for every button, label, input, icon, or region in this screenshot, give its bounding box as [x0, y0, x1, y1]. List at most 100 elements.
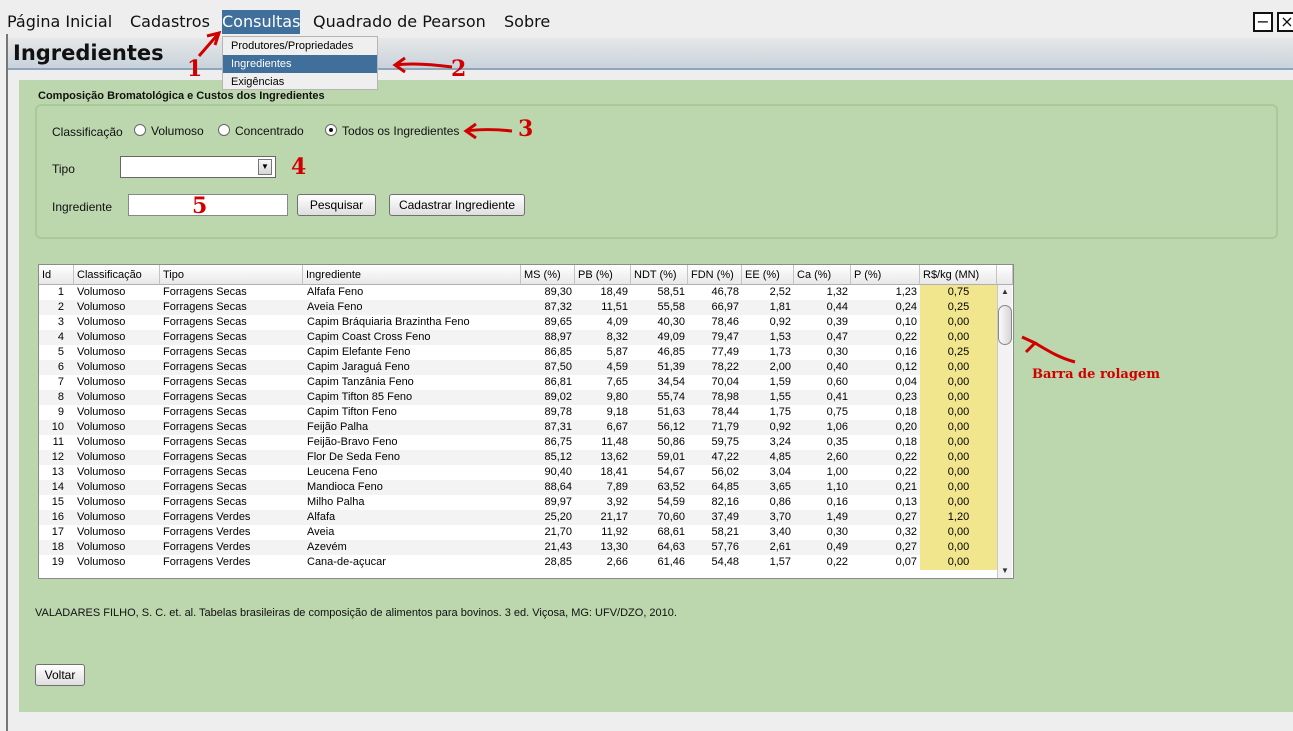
cell-ca: 0,60 — [826, 376, 848, 388]
column-header-p[interactable]: P (%) — [851, 265, 920, 285]
cell-price: 0,75 — [920, 285, 997, 300]
table-row[interactable]: 4 Volumoso Forragens Secas Capim Coast Cros… — [39, 330, 997, 345]
cell-ms: 86,75 — [544, 436, 572, 448]
cell-price: 0,00 — [920, 480, 997, 495]
cell-ee: 1,59 — [769, 376, 791, 388]
tipo-select[interactable]: ▼ — [120, 156, 276, 178]
table-scrollbar[interactable]: ▲ ▼ — [997, 285, 1012, 578]
column-header-tipo[interactable]: Tipo — [160, 265, 303, 285]
cell-ingrediente: Milho Palha — [307, 496, 365, 508]
annotation-2: 2 — [451, 56, 467, 82]
table-row[interactable]: 12 Volumoso Forragens Secas Flor De Seda Fe… — [39, 450, 997, 465]
scroll-down-icon[interactable]: ▼ — [999, 565, 1011, 577]
table-row[interactable]: 16 Volumoso Forragens Verdes Alfafa 25,20 21,… — [39, 510, 997, 525]
table-row[interactable]: 9 Volumoso Forragens Secas Capim Tifton Fen… — [39, 405, 997, 420]
radio-concentrado-label[interactable]: Concentrado — [235, 124, 304, 138]
tipo-label: Tipo — [52, 162, 75, 176]
table-row[interactable]: 19 Volumoso Forragens Verdes Cana-de-açucar… — [39, 555, 997, 570]
cell-fdn: 78,98 — [711, 391, 739, 403]
table-row[interactable]: 5 Volumoso Forragens Secas Capim Elefante F… — [39, 345, 997, 360]
reference-text: VALADARES FILHO, S. C. et. al. Tabelas b… — [35, 607, 677, 619]
ingrediente-input[interactable] — [128, 194, 288, 216]
cell-ms: 87,32 — [544, 301, 572, 313]
column-header-classificacao[interactable]: Classificação — [74, 265, 160, 285]
menu-consultas[interactable]: Consultas — [222, 10, 301, 34]
table-row[interactable]: 14 Volumoso Forragens Secas Mandioca Feno 88… — [39, 480, 997, 495]
menu-sobre[interactable]: Sobre — [504, 10, 550, 34]
table-row[interactable]: 17 Volumoso Forragens Verdes Aveia 21,70 11,9… — [39, 525, 997, 540]
menu-bar: Página Inicial Cadastros Consultas Quadr… — [0, 0, 1293, 34]
column-header-ingrediente[interactable]: Ingrediente — [303, 265, 521, 285]
cell-p: 1,23 — [895, 286, 917, 298]
cell-ca: 0,30 — [826, 346, 848, 358]
cell-ingrediente: Capim Coast Cross Feno — [307, 331, 431, 343]
cell-pb: 4,59 — [606, 361, 628, 373]
table-row[interactable]: 10 Volumoso Forragens Secas Feijão Palha 87,… — [39, 420, 997, 435]
cell-id: 15 — [51, 496, 64, 508]
close-icon[interactable]: × — [1277, 12, 1293, 32]
radio-volumoso-label[interactable]: Volumoso — [151, 124, 204, 138]
cell-price: 0,00 — [920, 465, 997, 480]
cell-pb: 18,41 — [600, 466, 628, 478]
table-row[interactable]: 8 Volumoso Forragens Secas Capim Tifton 85 … — [39, 390, 997, 405]
cell-tipo: Forragens Verdes — [163, 541, 251, 553]
cell-p: 0,27 — [895, 541, 917, 553]
radio-todos-ingredientes-label[interactable]: Todos os Ingredientes — [342, 124, 459, 138]
column-header-pb[interactable]: PB (%) — [575, 265, 631, 285]
radio-todos-ingredientes[interactable] — [325, 124, 337, 136]
column-header-price[interactable]: R$/kg (MN) — [920, 265, 997, 285]
table-row[interactable]: 15 Volumoso Forragens Secas Milho Palha 89,9… — [39, 495, 997, 510]
column-header-ndt[interactable]: NDT (%) — [631, 265, 688, 285]
cell-price: 0,00 — [920, 450, 997, 465]
chevron-down-icon[interactable]: ▼ — [258, 159, 272, 175]
cell-pb: 9,80 — [606, 391, 628, 403]
table-row[interactable]: 11 Volumoso Forragens Secas Feijão-Bravo Fe… — [39, 435, 997, 450]
cell-ndt: 68,61 — [657, 526, 685, 538]
cell-ca: 1,00 — [826, 466, 848, 478]
radio-concentrado[interactable] — [218, 124, 230, 136]
column-header-fdn[interactable]: FDN (%) — [688, 265, 742, 285]
cell-classificacao: Volumoso — [77, 556, 126, 568]
table-row[interactable]: 13 Volumoso Forragens Secas Leucena Feno 90,… — [39, 465, 997, 480]
minimize-icon[interactable]: − — [1253, 12, 1273, 32]
scroll-up-icon[interactable]: ▲ — [999, 286, 1011, 298]
column-header-ca[interactable]: Ca (%) — [794, 265, 851, 285]
cell-pb: 6,67 — [606, 421, 628, 433]
column-header-ms[interactable]: MS (%) — [521, 265, 575, 285]
menu-cadastros[interactable]: Cadastros — [130, 10, 210, 34]
table-row[interactable]: 2 Volumoso Forragens Secas Aveia Feno 87,32 1… — [39, 300, 997, 315]
column-header-id[interactable]: Id — [39, 265, 74, 285]
table-row[interactable]: 3 Volumoso Forragens Secas Capim Bráquiaria… — [39, 315, 997, 330]
menu-quadrado-de-pearson[interactable]: Quadrado de Pearson — [313, 10, 486, 34]
cell-tipo: Forragens Secas — [163, 451, 247, 463]
table-row[interactable]: 6 Volumoso Forragens Secas Capim Jaraguá Fe… — [39, 360, 997, 375]
cell-pb: 8,32 — [606, 331, 628, 343]
cell-classificacao: Volumoso — [77, 436, 126, 448]
cell-price: 0,00 — [920, 420, 997, 435]
pesquisar-button[interactable]: Pesquisar — [297, 194, 376, 216]
cell-tipo: Forragens Secas — [163, 286, 247, 298]
cadastrar-ingrediente-button[interactable]: Cadastrar Ingrediente — [389, 194, 525, 216]
cell-ndt: 49,09 — [657, 331, 685, 343]
cell-classificacao: Volumoso — [77, 496, 126, 508]
scroll-thumb[interactable] — [998, 305, 1012, 345]
cell-classificacao: Volumoso — [77, 376, 126, 388]
cell-price: 0,00 — [920, 495, 997, 510]
cell-ms: 89,78 — [544, 406, 572, 418]
cell-ingrediente: Azevém — [307, 541, 347, 553]
dropdown-item-ingredientes[interactable]: Ingredientes — [223, 55, 377, 73]
dropdown-item-produtores[interactable]: Produtores/Propriedades — [223, 37, 377, 55]
table-row[interactable]: 7 Volumoso Forragens Secas Capim Tanzânia F… — [39, 375, 997, 390]
cell-tipo: Forragens Secas — [163, 331, 247, 343]
cell-fdn: 82,16 — [711, 496, 739, 508]
table-row[interactable]: 1 Volumoso Forragens Secas Alfafa Feno 89,30… — [39, 285, 997, 300]
radio-volumoso[interactable] — [134, 124, 146, 136]
menu-pagina-inicial[interactable]: Página Inicial — [7, 10, 112, 34]
cell-price: 0,00 — [920, 315, 997, 330]
cell-ca: 0,47 — [826, 331, 848, 343]
dropdown-item-exigencias[interactable]: Exigências — [223, 73, 377, 91]
cell-p: 0,24 — [895, 301, 917, 313]
voltar-button[interactable]: Voltar — [35, 664, 85, 686]
column-header-ee[interactable]: EE (%) — [742, 265, 794, 285]
table-row[interactable]: 18 Volumoso Forragens Verdes Azevém 21,43 13,… — [39, 540, 997, 555]
